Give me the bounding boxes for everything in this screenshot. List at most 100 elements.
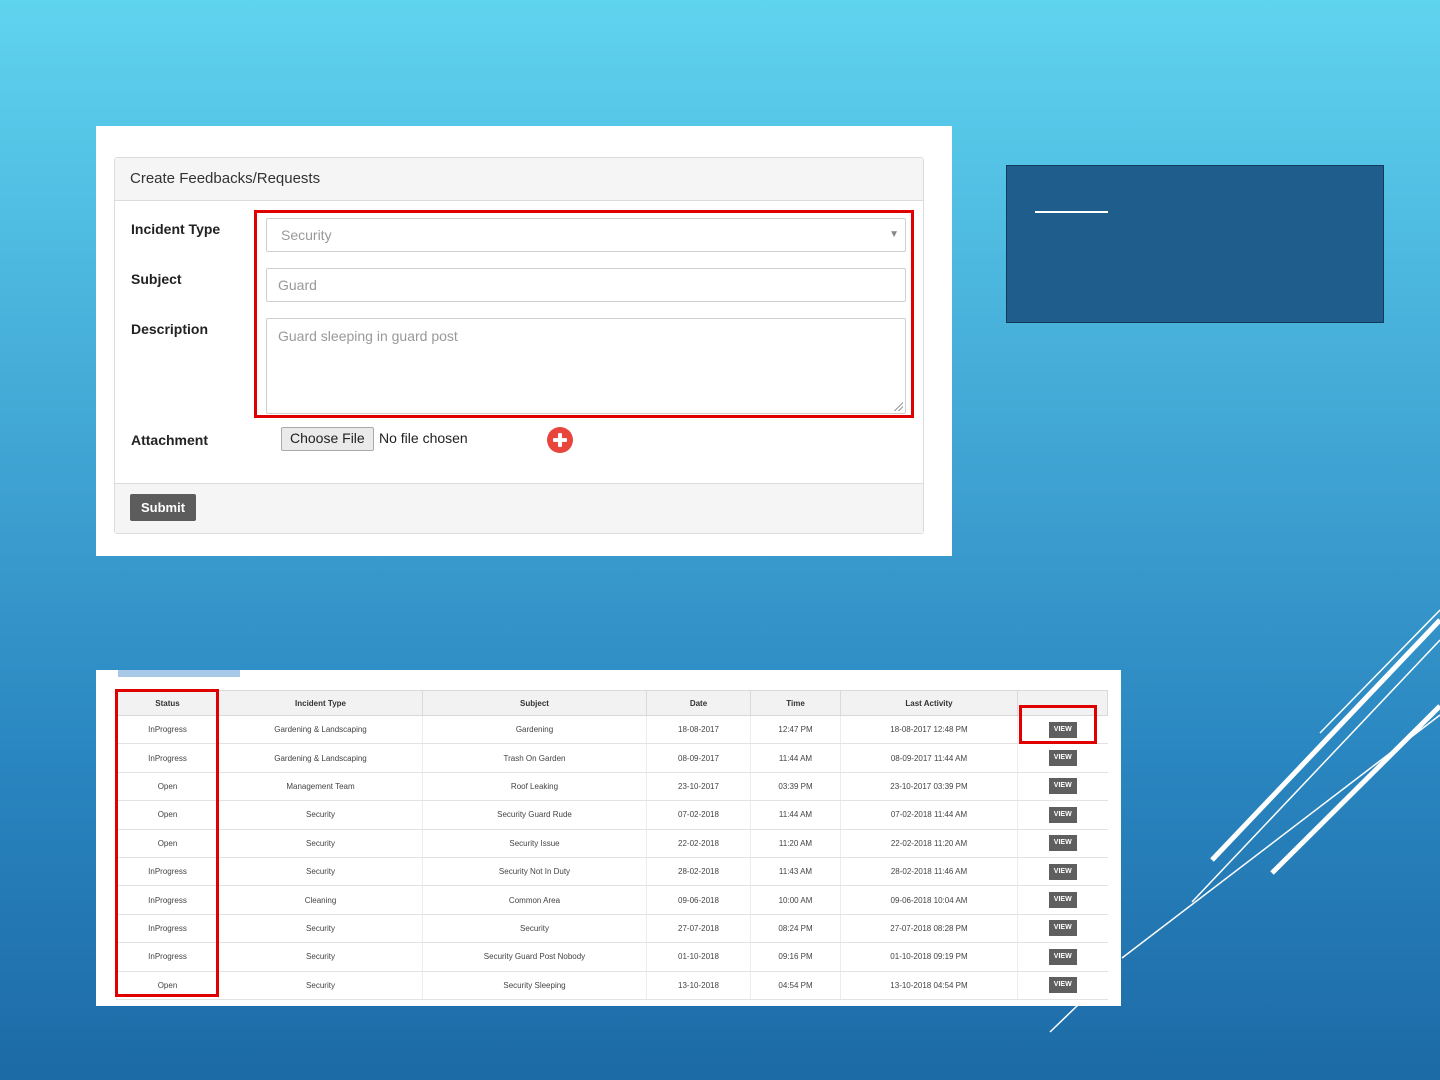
file-status-text: No file chosen xyxy=(379,430,468,446)
action-cell: VIEW xyxy=(1017,885,1108,915)
last-activity-cell: 09-06-2018 10:04 AM xyxy=(840,885,1018,915)
table-row: InProgress Security Security Not In Duty 28… xyxy=(116,857,1108,887)
subject-cell: Security xyxy=(422,914,647,944)
tab-fragment xyxy=(118,670,240,677)
date-cell: 07-02-2018 xyxy=(646,800,751,830)
date-cell: 27-07-2018 xyxy=(646,914,751,944)
time-cell: 12:47 PM xyxy=(750,715,841,745)
last-activity-cell: 28-02-2018 11:46 AM xyxy=(840,857,1018,887)
view-button[interactable]: VIEW xyxy=(1048,806,1077,823)
submit-button[interactable]: Submit xyxy=(130,494,197,521)
incident-type-cell: Security xyxy=(218,829,423,858)
date-cell: 23-10-2017 xyxy=(646,772,751,802)
time-cell: 08:24 PM xyxy=(750,914,841,944)
subject-cell: Security Guard Post Nobody xyxy=(422,942,647,972)
action-cell: VIEW xyxy=(1017,971,1108,1000)
column-header: Incident Type xyxy=(218,690,423,716)
status-column-highlight xyxy=(115,689,219,997)
feedback-form-screenshot: Create Feedbacks/Requests Incident Type … xyxy=(96,126,952,556)
table-row: Open Security Security Issue 22-02-2018 11:2… xyxy=(116,829,1108,858)
table-row: Open Security Security Guard Rude 07-02-201… xyxy=(116,800,1108,830)
view-button[interactable]: VIEW xyxy=(1048,778,1077,795)
last-activity-cell: 22-02-2018 11:20 AM xyxy=(840,829,1018,858)
date-cell: 08-09-2017 xyxy=(646,743,751,773)
date-cell: 28-02-2018 xyxy=(646,857,751,887)
subject-cell: Security Guard Rude xyxy=(422,800,647,830)
view-button[interactable]: VIEW xyxy=(1048,750,1077,767)
add-circle-icon[interactable] xyxy=(547,427,573,453)
time-cell: 03:39 PM xyxy=(750,772,841,802)
action-cell: VIEW xyxy=(1017,772,1108,802)
column-header: Time xyxy=(750,690,841,716)
incident-type-cell: Gardening & Landscaping xyxy=(218,715,423,745)
action-cell: VIEW xyxy=(1017,857,1108,887)
last-activity-cell: 13-10-2018 04:54 PM xyxy=(840,971,1018,1000)
incident-type-cell: Security xyxy=(218,800,423,830)
incident-type-cell: Gardening & Landscaping xyxy=(218,743,423,773)
last-activity-cell: 07-02-2018 11:44 AM xyxy=(840,800,1018,830)
subject-cell: Trash On Garden xyxy=(422,743,647,773)
incident-type-cell: Security xyxy=(218,971,423,1000)
description-label: Description xyxy=(131,321,209,337)
time-cell: 11:43 AM xyxy=(750,857,841,887)
subject-cell: Security Not In Duty xyxy=(422,857,647,887)
fields-highlight-box xyxy=(254,210,914,418)
time-cell: 10:00 AM xyxy=(750,885,841,915)
subject-cell: Gardening xyxy=(422,715,647,745)
action-cell: VIEW xyxy=(1017,743,1108,773)
title-underline xyxy=(1035,211,1108,213)
panel-footer: Submit xyxy=(115,483,923,533)
table-row: InProgress Security Security 27-07-2018 08:2… xyxy=(116,914,1108,944)
time-cell: 04:54 PM xyxy=(750,971,841,1000)
table-row: Open Management Team Roof Leaking 23-10-201… xyxy=(116,772,1108,802)
date-cell: 13-10-2018 xyxy=(646,971,751,1000)
date-cell: 18-08-2017 xyxy=(646,715,751,745)
requests-table-screenshot: Status Incident Type Subject Date Time L… xyxy=(96,670,1121,1006)
table-row: InProgress Gardening & Landscaping Gardeni… xyxy=(116,715,1108,745)
view-button[interactable]: VIEW xyxy=(1048,920,1077,937)
requests-table: Status Incident Type Subject Date Time L… xyxy=(116,690,1108,1000)
subject-cell: Roof Leaking xyxy=(422,772,647,802)
choose-file-button[interactable]: Choose File xyxy=(281,427,374,451)
subject-cell: Common Area xyxy=(422,885,647,915)
info-box xyxy=(1006,165,1384,323)
incident-type-label: Incident Type xyxy=(131,221,221,237)
view-button[interactable]: VIEW xyxy=(1048,948,1077,965)
view-button-highlight xyxy=(1019,705,1097,744)
column-header: Date xyxy=(646,690,751,716)
table-row: InProgress Cleaning Common Area 09-06-2018 1… xyxy=(116,885,1108,915)
view-button[interactable]: VIEW xyxy=(1048,863,1077,880)
incident-type-cell: Security xyxy=(218,914,423,944)
incident-type-cell: Security xyxy=(218,857,423,887)
column-header: Subject xyxy=(422,690,647,716)
table-row: InProgress Security Security Guard Post No… xyxy=(116,942,1108,972)
date-cell: 01-10-2018 xyxy=(646,942,751,972)
incident-type-cell: Management Team xyxy=(218,772,423,802)
time-cell: 11:44 AM xyxy=(750,800,841,830)
incident-type-cell: Cleaning xyxy=(218,885,423,915)
attachment-label: Attachment xyxy=(131,432,209,448)
column-header: Last Activity xyxy=(840,690,1018,716)
action-cell: VIEW xyxy=(1017,800,1108,830)
last-activity-cell: 27-07-2018 08:28 PM xyxy=(840,914,1018,944)
time-cell: 09:16 PM xyxy=(750,942,841,972)
incident-type-cell: Security xyxy=(218,942,423,972)
view-button[interactable]: VIEW xyxy=(1048,977,1077,994)
table-row: InProgress Gardening & Landscaping Trash O… xyxy=(116,743,1108,773)
action-cell: VIEW xyxy=(1017,914,1108,944)
time-cell: 11:44 AM xyxy=(750,743,841,773)
last-activity-cell: 23-10-2017 03:39 PM xyxy=(840,772,1018,802)
view-button[interactable]: VIEW xyxy=(1048,892,1077,909)
last-activity-cell: 01-10-2018 09:19 PM xyxy=(840,942,1018,972)
view-button[interactable]: VIEW xyxy=(1048,835,1077,852)
action-cell: VIEW xyxy=(1017,829,1108,858)
table-row: Open Security Security Sleeping 13-10-2018 0… xyxy=(116,971,1108,1000)
time-cell: 11:20 AM xyxy=(750,829,841,858)
last-activity-cell: 08-09-2017 11:44 AM xyxy=(840,743,1018,773)
last-activity-cell: 18-08-2017 12:48 PM xyxy=(840,715,1018,745)
date-cell: 09-06-2018 xyxy=(646,885,751,915)
panel-title: Create Feedbacks/Requests xyxy=(115,158,923,201)
action-cell: VIEW xyxy=(1017,942,1108,972)
subject-cell: Security Issue xyxy=(422,829,647,858)
table-header-row: Status Incident Type Subject Date Time L… xyxy=(116,690,1108,716)
